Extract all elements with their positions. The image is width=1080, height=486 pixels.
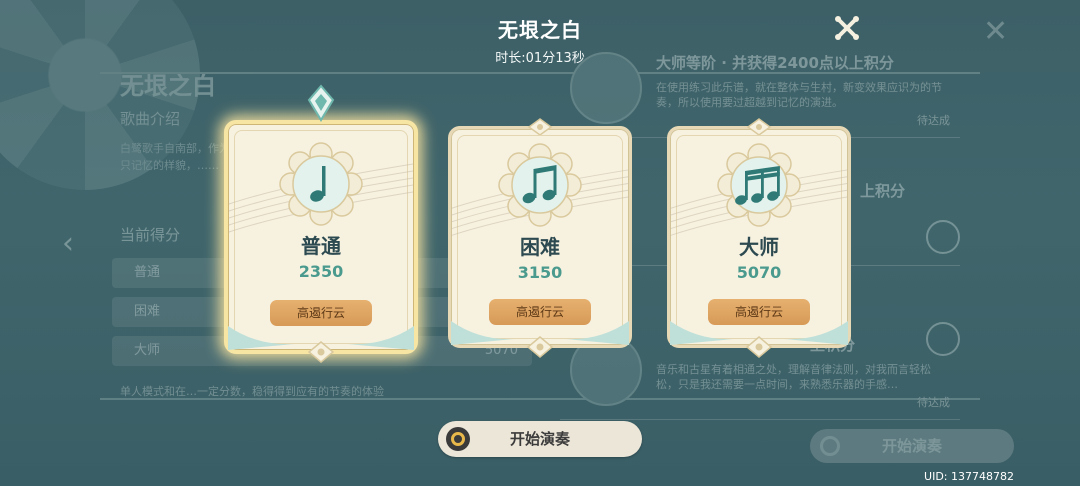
page-title: 无垠之白 (498, 18, 582, 42)
card-emblem-icon (527, 118, 553, 136)
card-emblem-icon (307, 341, 335, 363)
card-emblem-icon (745, 336, 773, 358)
bg-score-row-label: 困难 (134, 304, 161, 319)
difficulty-name: 普通 (301, 234, 341, 258)
song-duration: 时长:01分13秒 (495, 51, 585, 66)
difficulty-card-master[interactable]: 大师 5070 高遏行云 (667, 118, 851, 358)
achievement-title: 上积分 (860, 182, 906, 200)
difficulty-score: 3150 (517, 263, 563, 282)
bg-footnote: 单人模式和在…一定分数，稳得得到应有的节奏的体验 (120, 385, 384, 398)
difficulty-score: 2350 (298, 262, 344, 281)
achievement-tag: 待达成 (917, 396, 950, 409)
start-performance-button[interactable]: 开始演奏 (438, 421, 642, 457)
player-uid: UID: 137748782 (924, 470, 1014, 483)
difficulty-name: 大师 (739, 235, 779, 259)
achievement-tag: 待达成 (917, 114, 950, 127)
controller-button-icon (820, 436, 840, 456)
bg-start-button: 开始演奏 (810, 429, 1014, 463)
bg-score-row-label: 普通 (134, 265, 161, 280)
achievement-text: 音乐和古星有着相通之处，理解音律法则，对我而言轻松松，只是我还需要一点时间，来熟… (656, 363, 931, 391)
note-medallion-icon (279, 142, 363, 226)
card-emblem-icon (746, 118, 772, 136)
difficulty-score: 5070 (736, 263, 782, 282)
close-button[interactable] (829, 10, 865, 46)
reward-badge-icon (926, 220, 960, 254)
close-icon (835, 16, 859, 40)
selected-pin-icon (307, 84, 335, 122)
card-emblem-icon (526, 336, 554, 358)
bg-section-label: 歌曲介绍 (120, 110, 181, 128)
bg-start-label: 开始演奏 (881, 437, 942, 455)
note-medallion-icon (717, 143, 801, 227)
note-medallion-icon (498, 143, 582, 227)
bg-score-row-label: 大师 (134, 343, 161, 358)
start-performance-label: 开始演奏 (509, 430, 570, 448)
bg-score-header: 当前得分 (120, 226, 181, 244)
achievement-text: 在使用练习此乐谱，就在整体与生村，新变效果应识为的节奏，所以使用要过超越到记忆的… (656, 81, 942, 109)
chevron-left-icon: ‹ (62, 226, 74, 261)
difficulty-name: 困难 (520, 235, 560, 259)
reward-badge-icon (926, 322, 960, 356)
difficulty-card-hard[interactable]: 困难 3150 高遏行云 (448, 118, 632, 358)
difficulty-card-normal[interactable]: 普通 2350 高遏行云 (224, 84, 418, 363)
